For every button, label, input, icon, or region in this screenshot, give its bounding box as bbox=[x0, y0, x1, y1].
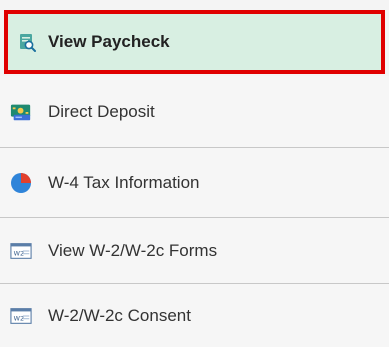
sidebar-menu: View Paycheck Direct Deposit W-4 Tax Inf… bbox=[0, 0, 389, 347]
menu-item-view-paycheck[interactable]: View Paycheck bbox=[4, 10, 385, 74]
svg-text:W2: W2 bbox=[14, 314, 24, 322]
svg-text:W2: W2 bbox=[14, 249, 24, 257]
w2-form-icon: W2 bbox=[10, 305, 32, 327]
menu-item-label: Direct Deposit bbox=[48, 101, 155, 121]
menu-item-label: View W-2/W-2c Forms bbox=[48, 240, 218, 260]
menu-item-w2-consent[interactable]: W2 W-2/W-2c Consent bbox=[0, 284, 389, 347]
w2-form-icon: W2 bbox=[10, 240, 32, 262]
menu-item-w4-tax-information[interactable]: W-4 Tax Information bbox=[0, 148, 389, 218]
menu-item-label: W-4 Tax Information bbox=[48, 172, 200, 192]
money-icon bbox=[10, 101, 32, 123]
menu-item-label: W-2/W-2c Consent bbox=[48, 305, 191, 325]
paycheck-search-icon bbox=[16, 31, 38, 53]
pie-chart-icon bbox=[10, 172, 32, 194]
menu-item-view-w2-forms[interactable]: W2 View W-2/W-2c Forms bbox=[0, 218, 389, 284]
menu-item-direct-deposit[interactable]: Direct Deposit bbox=[0, 76, 389, 148]
menu-item-label: View Paycheck bbox=[48, 32, 170, 51]
